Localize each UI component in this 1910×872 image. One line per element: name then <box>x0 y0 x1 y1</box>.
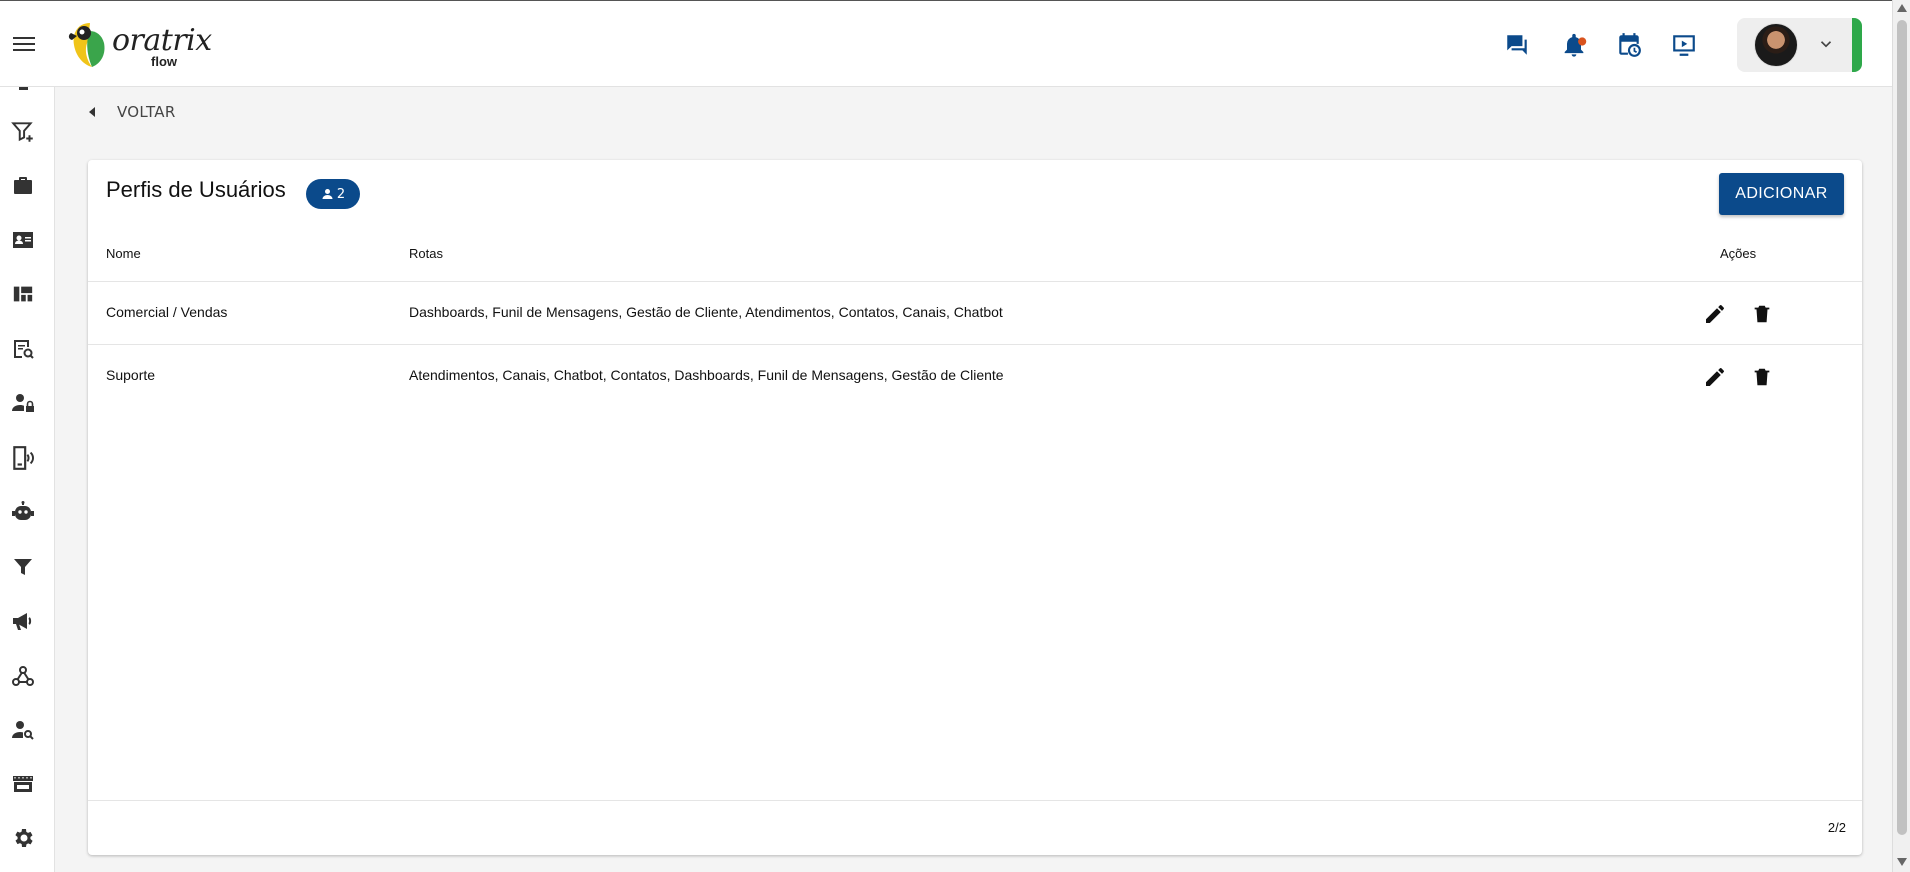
contact-card-icon <box>13 232 33 248</box>
sidebar-item-user-search[interactable] <box>9 716 37 744</box>
filter-add-icon <box>11 122 33 142</box>
avatar <box>1754 23 1798 67</box>
back-link[interactable]: VOLTAR <box>86 100 176 124</box>
count-value: 2 <box>336 186 346 202</box>
user-icon <box>322 189 333 199</box>
sidebar-item-store[interactable] <box>9 770 37 798</box>
sidebar-item-reports[interactable] <box>9 335 37 363</box>
logo[interactable]: oratrix flow <box>68 19 212 71</box>
scroll-cut-indicator <box>19 87 28 90</box>
pagination-indicator: 2/2 <box>1827 820 1846 835</box>
scroll-down-arrow[interactable] <box>1897 858 1907 866</box>
row-name: Suporte <box>106 367 156 383</box>
row-routes: Dashboards, Funil de Mensagens, Gestão d… <box>409 304 1003 320</box>
megaphone-icon <box>13 613 32 630</box>
sidebar-item-channels[interactable] <box>9 444 37 472</box>
logo-subtext: flow <box>151 54 177 69</box>
calendar-clock-icon[interactable] <box>1614 30 1644 60</box>
filter-icon <box>14 559 32 575</box>
sidebar-item-campaigns[interactable] <box>9 607 37 635</box>
pencil-icon <box>1706 305 1724 323</box>
chat-icon[interactable] <box>1502 30 1532 60</box>
back-label: VOLTAR <box>117 103 176 121</box>
trash-icon <box>1754 368 1770 386</box>
dashboard-icon <box>13 286 33 302</box>
store-icon <box>13 776 33 792</box>
trash-icon <box>1754 305 1770 323</box>
settings-gear-icon <box>15 829 33 847</box>
parrot-logo-icon <box>68 23 105 67</box>
scroll-thumb[interactable] <box>1897 20 1907 835</box>
add-button[interactable]: ADICIONAR <box>1719 173 1844 215</box>
delete-button[interactable] <box>1748 300 1776 328</box>
row-routes: Atendimentos, Canais, Chatbot, Contatos,… <box>409 367 1004 383</box>
edit-button[interactable] <box>1701 363 1729 391</box>
column-header-actions: Ações <box>1720 246 1757 261</box>
column-header-routes: Rotas <box>409 246 443 261</box>
sidebar <box>0 87 55 872</box>
notification-bell-icon[interactable] <box>1559 30 1589 60</box>
scroll-up-arrow[interactable] <box>1897 4 1907 12</box>
menu-icon[interactable] <box>10 30 38 58</box>
pencil-icon <box>1706 368 1724 386</box>
edit-button[interactable] <box>1701 300 1729 328</box>
phone-signal-icon <box>13 446 34 470</box>
delete-button[interactable] <box>1748 363 1776 391</box>
sidebar-item-filter-add[interactable] <box>9 118 37 146</box>
profiles-card: Perfis de Usuários 2 ADICIONAR Nome Rota… <box>88 160 1862 855</box>
sidebar-item-user-profiles[interactable] <box>9 389 37 417</box>
count-badge: 2 <box>306 179 360 209</box>
briefcase-icon <box>14 177 32 194</box>
sidebar-item-dashboard[interactable] <box>9 280 37 308</box>
sidebar-item-briefcase[interactable] <box>9 172 37 200</box>
user-menu[interactable] <box>1737 18 1862 72</box>
sidebar-item-webhooks[interactable] <box>9 662 37 690</box>
video-screen-icon[interactable] <box>1669 30 1699 60</box>
column-header-name: Nome <box>106 246 141 261</box>
caret-left-icon <box>89 107 95 117</box>
page-title: Perfis de Usuários <box>106 177 286 202</box>
user-lock-icon <box>12 394 34 412</box>
sidebar-item-funnel[interactable] <box>9 553 37 581</box>
sidebar-item-chatbot[interactable] <box>9 498 37 526</box>
sidebar-item-contacts[interactable] <box>9 226 37 254</box>
chevron-down-icon <box>1820 41 1832 48</box>
page-scrollbar[interactable] <box>1892 0 1910 872</box>
logo-text: oratrix <box>112 23 212 58</box>
row-name: Comercial / Vendas <box>106 304 228 320</box>
sidebar-item-settings[interactable] <box>9 824 37 852</box>
table-row: Comercial / Vendas Dashboards, Funil de … <box>88 281 1862 344</box>
robot-icon <box>12 501 34 520</box>
webhook-icon <box>12 666 34 686</box>
top-bar: oratrix flow <box>0 0 1892 87</box>
table-row: Suporte Atendimentos, Canais, Chatbot, C… <box>88 344 1862 407</box>
card-footer: 2/2 <box>88 800 1862 855</box>
status-indicator <box>1852 18 1862 72</box>
document-search-icon <box>14 340 34 359</box>
user-search-icon <box>12 721 34 740</box>
